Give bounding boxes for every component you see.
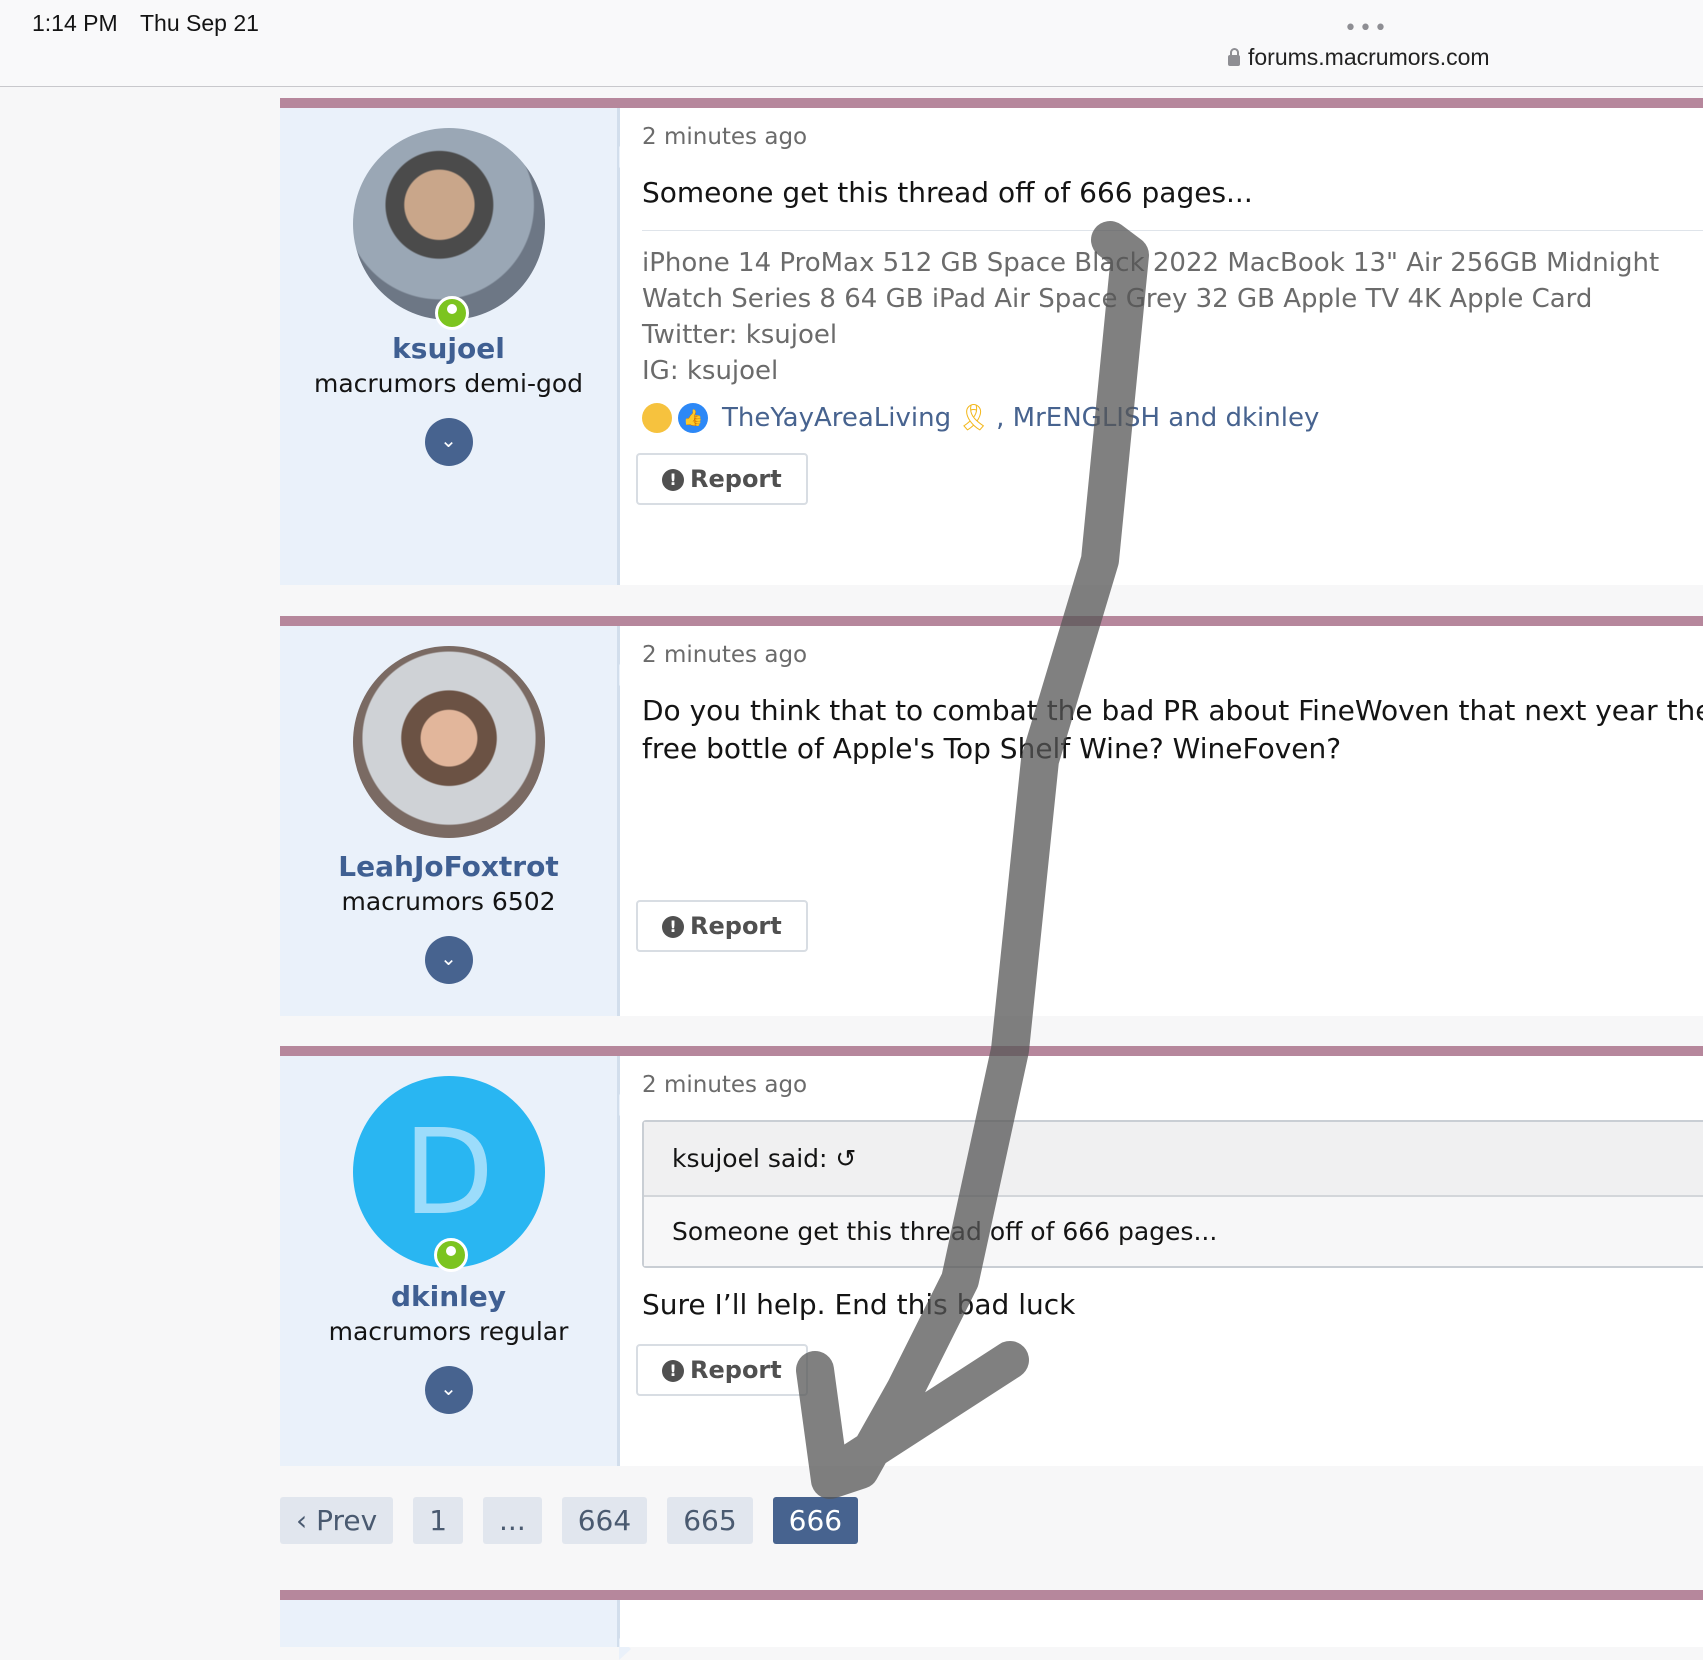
prev-page-button[interactable]: ‹ Prev [280, 1497, 394, 1544]
avatar[interactable] [352, 128, 545, 330]
post-time[interactable]: 2 minutes ago [642, 1072, 1703, 1098]
signature-line: iPhone 14 ProMax 512 GB Space Black 2022… [642, 248, 1660, 278]
address-bar[interactable]: forums.macrumors.com [1228, 44, 1490, 71]
reply-arrow-icon[interactable]: ↺ [835, 1144, 856, 1173]
post-text: Do you think that to combat the bad PR a… [642, 692, 1703, 768]
quote-header[interactable]: ksujoel said: ↺ [644, 1122, 1703, 1197]
post-text-line: Do you think that to combat the bad PR a… [642, 694, 1703, 727]
chevron-down-icon[interactable]: ⌄ [424, 418, 473, 466]
post-divider [280, 1046, 1703, 1056]
quote-author: ksujoel said: [672, 1144, 828, 1173]
post-1: ksujoel macrumors demi-god ⌄ 2 minutes a… [280, 98, 1703, 585]
exclamation-icon: ! [662, 469, 684, 491]
signature-line: IG: ksujoel [642, 356, 779, 386]
post-divider [280, 616, 1703, 626]
report-button[interactable]: ! Report [636, 900, 808, 952]
status-date: Thu Sep 21 [140, 10, 259, 36]
user-info: LeahJoFoxtrot macrumors 6502 ⌄ [280, 626, 631, 1016]
user-title: macrumors demi-god [313, 369, 584, 398]
online-icon [434, 1238, 468, 1272]
user-title: macrumors 6502 [341, 887, 556, 916]
post-time[interactable]: 2 minutes ago [642, 642, 1703, 668]
message-body: 2 minutes ago Someone get this thread of… [620, 108, 1703, 585]
chevron-down-icon[interactable]: ⌄ [424, 936, 473, 984]
post-time[interactable]: 2 minutes ago [642, 124, 1703, 150]
page-1-button[interactable]: 1 [413, 1497, 464, 1544]
more-dots-icon[interactable]: ••• [1344, 16, 1389, 41]
page-664-button[interactable]: 664 [561, 1497, 648, 1544]
user-info [280, 1600, 631, 1660]
pagination: ‹ Prev 1 ... 664 665 666 [280, 1497, 859, 1544]
report-button[interactable]: ! Report [636, 453, 808, 505]
reactor-name[interactable]: TheYayAreaLiving [722, 403, 951, 433]
exclamation-icon: ! [662, 916, 684, 938]
page-665-button[interactable]: 665 [667, 1497, 753, 1544]
message-body [620, 1600, 1703, 1647]
post-divider [280, 1590, 1703, 1600]
report-label: Report [690, 1356, 782, 1384]
ribbon-icon: 🎗 [957, 403, 991, 433]
avatar[interactable] [352, 646, 545, 838]
username[interactable]: LeahJoFoxtrot [280, 850, 617, 883]
report-button[interactable]: ! Report [636, 1344, 808, 1396]
report-label: Report [690, 465, 782, 493]
lock-icon [1228, 48, 1240, 66]
chevron-down-icon[interactable]: ⌄ [424, 1366, 473, 1414]
post-text: Someone get this thread off of 666 pages… [642, 176, 1253, 209]
message-body: 2 minutes ago ksujoel said: ↺ Someone ge… [620, 1056, 1703, 1466]
user-info: ksujoel macrumors demi-god ⌄ [280, 108, 631, 585]
reactions-bar[interactable]: 👍 TheYayAreaLiving 🎗 , MrENGLISH and dki… [642, 403, 1703, 433]
post-text: Sure I’ll help. End this bad luck [642, 1288, 1076, 1321]
post-text-line: free bottle of Apple's Top Shelf Wine? W… [642, 732, 1342, 765]
prev-label: Prev [316, 1504, 378, 1537]
page-ellipsis-button[interactable]: ... [483, 1497, 542, 1544]
reactor-names[interactable]: , MrENGLISH and dkinley [996, 403, 1319, 433]
status-time: 1:14 PM [32, 10, 118, 36]
post-3: D dkinley macrumors regular ⌄ 2 minutes … [280, 1046, 1703, 1466]
user-title: macrumors regular [328, 1317, 569, 1346]
user-info: D dkinley macrumors regular ⌄ [280, 1056, 631, 1466]
report-label: Report [690, 912, 782, 940]
laugh-reaction-icon [642, 403, 672, 433]
post-divider [280, 98, 1703, 108]
chevron-left-icon: ‹ [296, 1504, 308, 1537]
signature-line: Twitter: ksujoel [642, 320, 838, 350]
like-reaction-icon: 👍 [678, 403, 708, 433]
post-2: LeahJoFoxtrot macrumors 6502 ⌄ 2 minutes… [280, 616, 1703, 1016]
username[interactable]: ksujoel [280, 332, 617, 365]
status-bar: 1:14 PM Thu Sep 21 ••• forums.macrumors.… [0, 0, 1703, 87]
page-666-button[interactable]: 666 [772, 1497, 859, 1544]
signature-line: Watch Series 8 64 GB iPad Air Space Grey… [642, 284, 1593, 314]
post-4 [280, 1590, 1703, 1660]
message-body: 2 minutes ago Do you think that to comba… [620, 626, 1703, 1016]
online-icon [434, 296, 469, 330]
url-text: forums.macrumors.com [1248, 44, 1490, 70]
exclamation-icon: ! [662, 1360, 684, 1382]
signature: iPhone 14 ProMax 512 GB Space Black 2022… [642, 230, 1703, 389]
quote-block: ksujoel said: ↺ Someone get this thread … [642, 1120, 1703, 1268]
quote-text: Someone get this thread off of 666 pages… [644, 1197, 1703, 1266]
username[interactable]: dkinley [280, 1280, 617, 1313]
